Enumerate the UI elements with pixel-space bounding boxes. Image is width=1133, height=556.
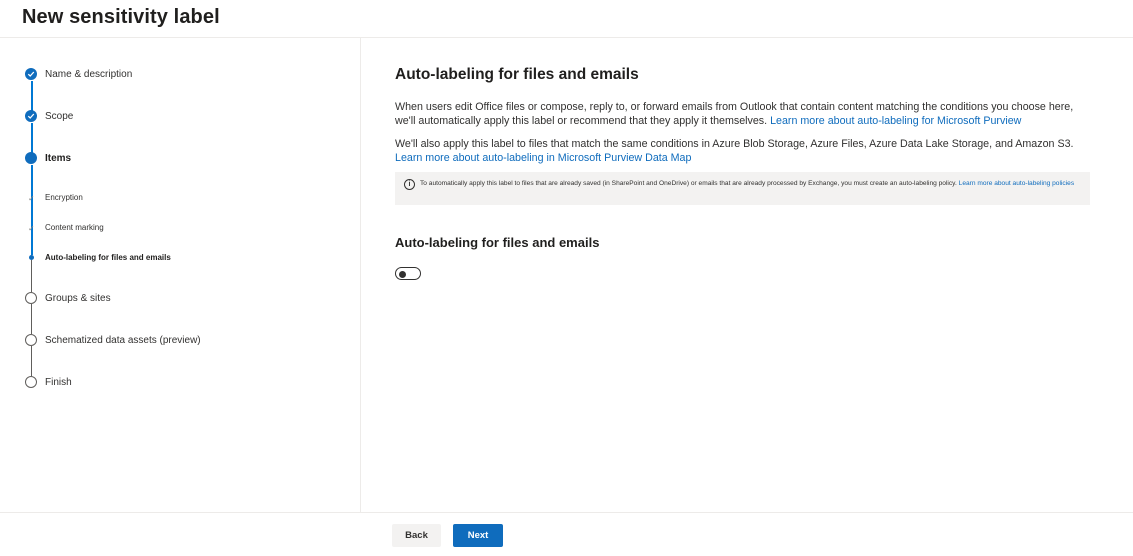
toggle-heading: Auto-labeling for files and emails xyxy=(395,235,600,250)
learn-more-data-map-link[interactable]: Learn more about auto-labeling in Micros… xyxy=(395,152,691,164)
step-connector xyxy=(30,165,33,255)
empty-circle-icon xyxy=(25,292,37,304)
toggle-knob xyxy=(399,270,406,278)
empty-circle-icon xyxy=(25,376,37,388)
description-paragraph: When users edit Office files or compose,… xyxy=(395,100,1087,128)
current-step-icon xyxy=(25,152,37,164)
substep-auto-labeling[interactable]: Auto-labeling for files and emails xyxy=(45,253,171,262)
step-scope[interactable]: Scope xyxy=(45,111,73,122)
section-heading: Auto-labeling for files and emails xyxy=(395,66,639,83)
learn-more-purview-link[interactable]: Learn more about auto-labeling for Micro… xyxy=(770,115,1021,127)
step-finish[interactable]: Finish xyxy=(45,377,72,388)
step-schematized-data-assets[interactable]: Schematized data assets (preview) xyxy=(45,335,201,346)
step-groups-sites[interactable]: Groups & sites xyxy=(45,293,111,304)
learn-more-policies-link[interactable]: Learn more about auto-labeling policies xyxy=(959,180,1074,187)
info-icon: i xyxy=(404,179,415,190)
info-message-text: To automatically apply this label to fil… xyxy=(420,180,959,187)
current-substep-icon xyxy=(29,255,34,260)
checkmark-circle-icon xyxy=(25,68,37,80)
wizard-steps-pane: Name & description Scope Items ✓ Encrypt… xyxy=(0,38,361,512)
step-connector xyxy=(30,81,33,111)
info-message: To automatically apply this label to fil… xyxy=(420,179,1080,189)
storage-text: We'll also apply this label to files tha… xyxy=(395,138,1074,150)
step-connector xyxy=(31,260,32,292)
step-connector xyxy=(31,304,32,334)
auto-labeling-toggle[interactable] xyxy=(395,267,421,280)
substep-encryption[interactable]: Encryption xyxy=(45,193,83,202)
step-connector xyxy=(30,123,33,153)
wizard-stepper: Name & description Scope Items ✓ Encrypt… xyxy=(0,38,360,438)
step-name-description[interactable]: Name & description xyxy=(45,69,132,80)
checkmark-icon: ✓ xyxy=(28,194,35,203)
page-title: New sensitivity label xyxy=(22,6,220,28)
info-message-bar: i To automatically apply this label to f… xyxy=(395,172,1090,205)
substep-content-marking[interactable]: Content marking xyxy=(45,223,104,232)
footer-divider xyxy=(0,512,1133,513)
empty-circle-icon xyxy=(25,334,37,346)
step-connector xyxy=(31,346,32,376)
checkmark-circle-icon xyxy=(25,110,37,122)
checkmark-icon: ✓ xyxy=(28,224,35,233)
storage-paragraph: We'll also apply this label to files tha… xyxy=(395,137,1087,165)
next-button[interactable]: Next xyxy=(453,524,503,547)
step-items[interactable]: Items xyxy=(45,153,71,164)
back-button[interactable]: Back xyxy=(392,524,441,547)
